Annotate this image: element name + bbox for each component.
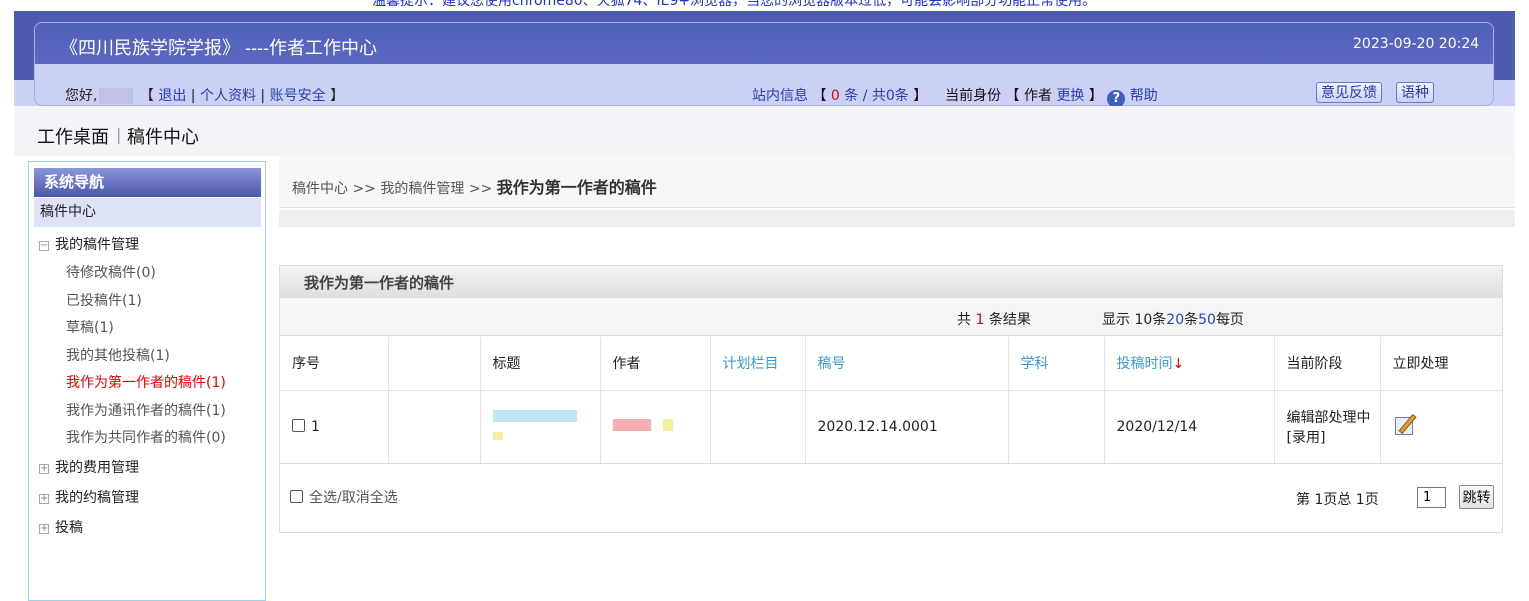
username-redacted <box>99 88 134 104</box>
sort-desc-icon: ↓ <box>1172 356 1185 373</box>
row-submit-time: 2020/12/14 <box>1104 390 1275 464</box>
breadcrumb-current: 我作为第一作者的稿件 <box>496 178 657 197</box>
sidebar-group-fees[interactable]: + 我的费用管理 <box>39 457 139 477</box>
pager-info: 第 1页总 1页 <box>1296 492 1379 508</box>
feedback-button[interactable]: 意见反馈 <box>1316 82 1382 103</box>
top-tabs: 工作桌面 | 稿件中心 <box>14 106 1515 156</box>
expand-icon[interactable]: + <box>39 494 49 504</box>
page-size-50[interactable]: 50 <box>1198 312 1216 328</box>
col-submit-time[interactable]: 投稿时间↓ <box>1104 337 1275 391</box>
sidebar-item-other-submissions[interactable]: 我的其他投稿(1) <box>66 345 170 365</box>
row-manuscript-no: 2020.12.14.0001 <box>805 390 1009 464</box>
col-title: 标题 <box>480 337 601 391</box>
col-author: 作者 <box>600 337 711 391</box>
row-author-redacted <box>600 390 711 464</box>
collapse-icon[interactable]: − <box>39 241 49 251</box>
identity-switch-link[interactable]: 更换 <box>1056 88 1084 104</box>
sidebar-category[interactable]: 稿件中心 <box>34 198 261 227</box>
page-size-10[interactable]: 10 <box>1134 312 1152 328</box>
language-button[interactable]: 语种 <box>1396 82 1434 103</box>
row-index-cell: 1 <box>280 390 389 464</box>
identity-label: 当前身份 <box>945 88 1002 104</box>
message-bar: 站内信息 【 0 条 / 共0条 】 当前身份 【 作者 更换 】 ? 帮助 <box>752 88 1158 108</box>
page-size-selector: 显示 10条20条50每页 <box>1102 312 1244 328</box>
message-total: 条 / 共0条 <box>844 88 909 104</box>
sidebar-item-co-author[interactable]: 我作为共同作者的稿件(0) <box>66 427 226 447</box>
breadcrumb: 稿件中心 >> 我的稿件管理 >> 我作为第一作者的稿件 <box>292 178 657 197</box>
col-blank <box>388 337 481 391</box>
tab-manuscript-center[interactable]: 稿件中心 <box>127 123 199 149</box>
identity-value: 作者 <box>1023 88 1052 104</box>
select-all-checkbox[interactable] <box>290 490 303 503</box>
bracket-open: 【 <box>139 88 154 104</box>
sidebar: 系统导航 稿件中心 − 我的稿件管理 待修改稿件(0) 已投稿件(1) 草稿(1)… <box>28 161 266 601</box>
breadcrumb-my-manuscripts[interactable]: 我的稿件管理 <box>380 181 464 197</box>
notice-text: 温馨提示：建议您使用chrome80、火狐74、IE9+浏览器，当您的浏览器版本… <box>372 0 1097 9</box>
system-title: 《四川民族学院学报》 ----作者工作中心 <box>60 38 377 58</box>
jump-button[interactable]: 跳转 <box>1459 485 1494 509</box>
browser-notice: 温馨提示：建议您使用chrome80、火狐74、IE9+浏览器，当您的浏览器版本… <box>0 0 1529 11</box>
result-summary: 共 1 条结果 显示 10条20条50每页 <box>280 298 1502 336</box>
sidebar-item-submitted[interactable]: 已投稿件(1) <box>66 290 142 310</box>
col-action: 立即处理 <box>1380 337 1502 391</box>
sidebar-item-drafts[interactable]: 草稿(1) <box>66 317 114 337</box>
sidebar-title: 系统导航 <box>34 168 261 197</box>
result-count: 共 1 条结果 <box>957 312 1031 328</box>
col-planned-column[interactable]: 计划栏目 <box>710 337 806 391</box>
tab-separator: | <box>116 125 122 144</box>
manuscript-table: 序号 标题 作者 计划栏目 稿号 学科 投稿时间↓ 当前阶段 立即处理 1 20… <box>280 337 1502 464</box>
sidebar-group-submit[interactable]: + 投稿 <box>39 517 83 537</box>
greeting: 您好, <box>65 88 98 104</box>
unread-count: 0 <box>830 88 840 104</box>
help-link[interactable]: 帮助 <box>1130 88 1158 104</box>
col-index: 序号 <box>280 337 389 391</box>
bracket-close: 】 <box>330 88 345 104</box>
row-planned-column <box>710 390 806 464</box>
result-count-value: 1 <box>975 312 985 328</box>
logout-link[interactable]: 退出 <box>158 88 186 104</box>
col-subject[interactable]: 学科 <box>1008 337 1105 391</box>
current-datetime: 2023-09-20 20:24 <box>1353 36 1480 52</box>
manuscript-panel: 我作为第一作者的稿件 共 1 条结果 显示 10条20条50每页 序号 标题 作… <box>279 265 1503 533</box>
breadcrumb-manuscript-center[interactable]: 稿件中心 <box>292 181 348 197</box>
col-stage: 当前阶段 <box>1274 337 1381 391</box>
row-stage: 编辑部处理中[录用] <box>1274 390 1381 464</box>
tab-workbench[interactable]: 工作桌面 <box>37 123 109 149</box>
sidebar-item-first-author[interactable]: 我作为第一作者的稿件(1) <box>66 372 226 392</box>
sidebar-group-invitations[interactable]: + 我的约稿管理 <box>39 487 139 507</box>
col-manuscript-no[interactable]: 稿号 <box>805 337 1009 391</box>
row-blank-cell <box>388 390 481 464</box>
row-checkbox[interactable] <box>292 418 305 432</box>
account-security-link[interactable]: 账号安全 <box>270 88 326 104</box>
expand-icon[interactable]: + <box>39 524 49 534</box>
edit-icon[interactable] <box>1393 413 1419 437</box>
row-action-cell <box>1380 390 1502 464</box>
messages-link[interactable]: 站内信息 <box>752 88 808 104</box>
panel-title: 我作为第一作者的稿件 <box>280 266 1502 298</box>
profile-link[interactable]: 个人资料 <box>200 88 256 104</box>
page-size-20[interactable]: 20 <box>1166 312 1184 328</box>
user-bar: 您好, 【 退出 | 个人资料 | 账号安全 】 <box>65 88 345 104</box>
sidebar-item-pending-revision[interactable]: 待修改稿件(0) <box>66 262 156 282</box>
expand-icon[interactable]: + <box>39 464 49 474</box>
sidebar-item-corresponding-author[interactable]: 我作为通讯作者的稿件(1) <box>66 400 226 420</box>
table-row: 1 2020.12.14.0001 2020/12/14 编辑部处理中[录用] <box>280 390 1502 464</box>
divider-strip <box>279 210 1515 227</box>
row-title-redacted[interactable] <box>480 390 601 464</box>
select-all[interactable]: 全选/取消全选 <box>290 487 398 507</box>
row-subject <box>1008 390 1105 464</box>
page-number-input[interactable] <box>1417 487 1446 508</box>
sidebar-group-manuscripts[interactable]: − 我的稿件管理 <box>39 234 139 254</box>
table-header: 序号 标题 作者 计划栏目 稿号 学科 投稿时间↓ 当前阶段 立即处理 <box>280 337 1502 391</box>
